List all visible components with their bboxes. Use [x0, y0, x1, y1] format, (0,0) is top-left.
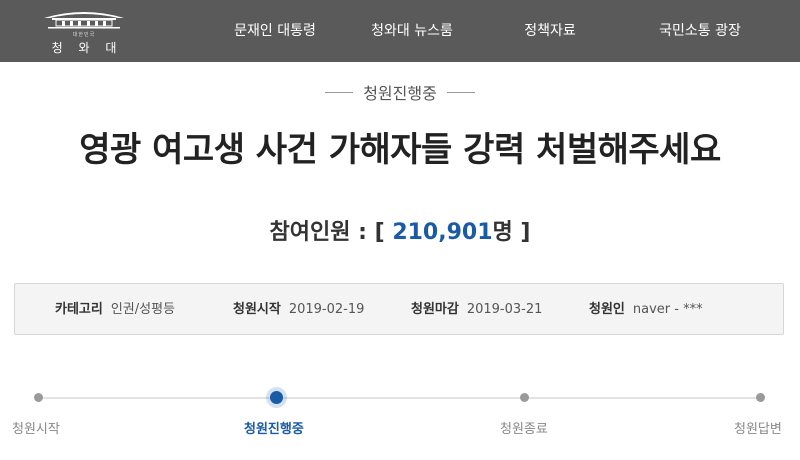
logo-name: 청 와 대 [51, 41, 123, 55]
step-dot-answered [756, 393, 765, 402]
nav-item-president[interactable]: 문재인 대통령 [220, 0, 330, 62]
nav-item-public-square[interactable]: 국민소통 광장 [640, 0, 760, 62]
info-petitioner: 청원인 naver - *** [589, 284, 703, 336]
info-category-value: 인권/성평등 [110, 302, 176, 317]
info-category-key: 카테고리 [55, 302, 103, 317]
info-end-key: 청원마감 [411, 302, 459, 317]
petition-title: 영광 여고생 사건 가해자들 강력 처벌해주세요 [79, 130, 721, 170]
participants-label: 참여인원 : [ [269, 220, 393, 245]
info-petitioner-key: 청원인 [589, 302, 625, 317]
info-start-key: 청원시작 [233, 302, 281, 317]
progress-track [38, 397, 760, 399]
logo-subtitle: 대한민국 [72, 32, 96, 38]
status-right-dash [446, 91, 475, 93]
participants-unit: 명 ] [492, 220, 531, 245]
info-category: 카테고리 인권/성평등 [55, 284, 175, 336]
status-label: 청원진행중 [363, 84, 437, 103]
petition-status: 청원진행중 [0, 80, 800, 104]
cheongwadae-logo[interactable]: 대한민국 청 와 대 [38, 8, 130, 56]
main-nav: 문재인 대통령 청와대 뉴스룸 정책자료 국민소통 광장 [180, 0, 780, 62]
petition-info-box: 카테고리 인권/성평등 청원시작 2019-02-19 청원마감 2019-03-21… [14, 283, 784, 335]
nav-item-newsroom[interactable]: 청와대 뉴스룸 [352, 0, 472, 62]
status-left-dash [325, 91, 354, 93]
step-label-in-progress: 청원진행중 [244, 422, 304, 437]
blue-house-logo-icon [44, 12, 124, 29]
info-start-date: 청원시작 2019-02-19 [233, 284, 364, 336]
info-end-value: 2019-03-21 [466, 302, 543, 317]
participants-count: 참여인원 : [ 210,901명 ] [0, 214, 800, 246]
nav-item-policy[interactable]: 정책자료 [500, 0, 600, 62]
step-dot-in-progress-current [270, 391, 283, 404]
info-petitioner-value: naver - *** [632, 302, 703, 317]
info-start-value: 2019-02-19 [288, 302, 365, 317]
step-dot-start [34, 393, 43, 402]
step-dot-closed [520, 393, 529, 402]
step-label-closed: 청원종료 [500, 422, 548, 437]
step-label-answered: 청원답변 [734, 422, 782, 437]
top-header: 대한민국 청 와 대 문재인 대통령 청와대 뉴스룸 정책자료 국민소통 광장 [0, 0, 800, 62]
step-label-start: 청원시작 [12, 422, 60, 437]
info-end-date: 청원마감 2019-03-21 [411, 284, 542, 336]
participants-number: 210,901 [392, 220, 493, 245]
